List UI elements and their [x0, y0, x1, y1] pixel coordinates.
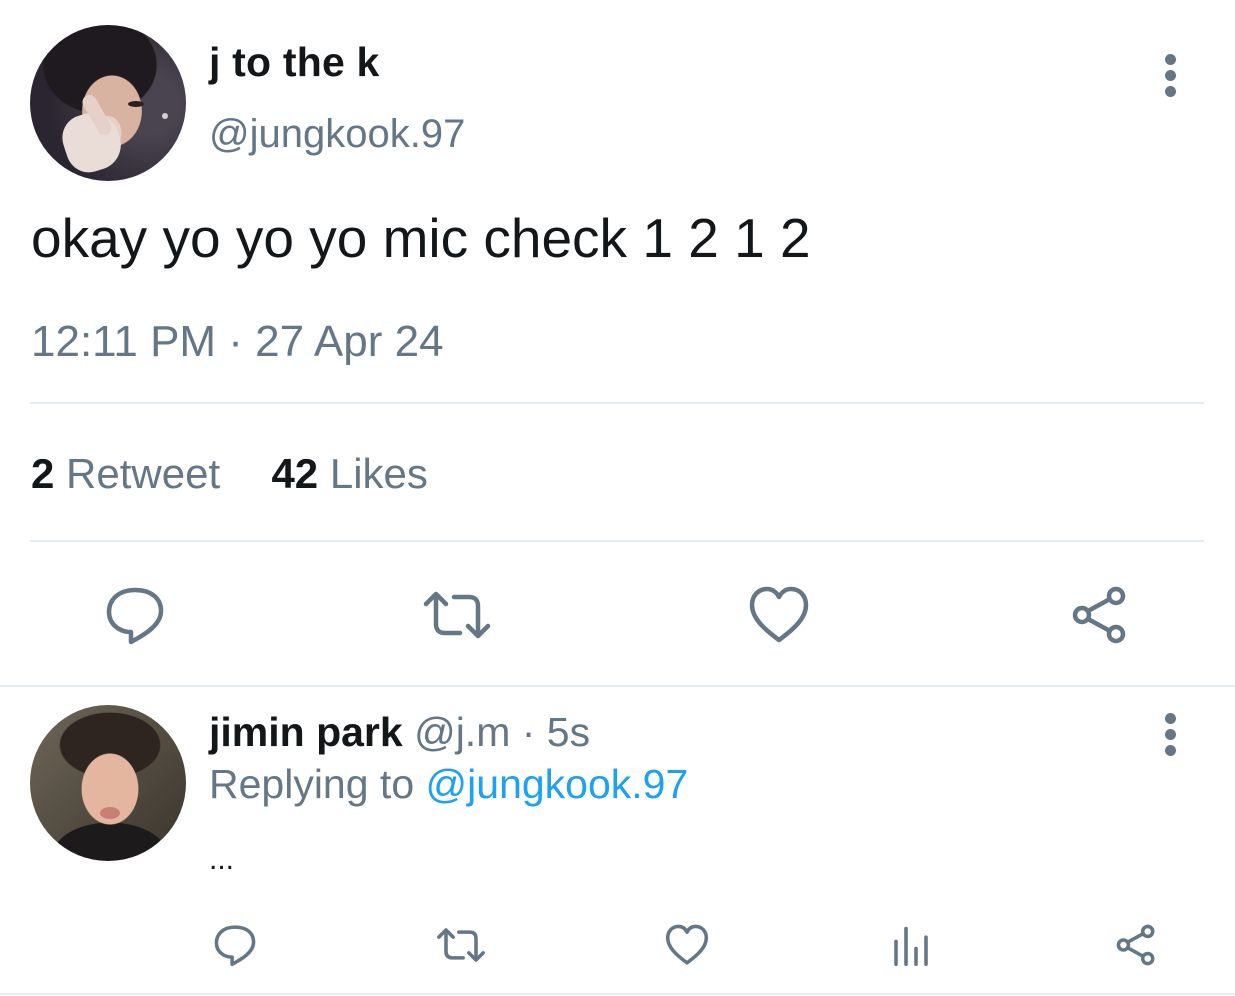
display-name[interactable]: j to the k	[209, 38, 380, 86]
tweet-stats: 2 Retweet 42 Likes	[31, 450, 428, 498]
heart-icon[interactable]	[744, 580, 814, 650]
like-label: Likes	[329, 450, 428, 497]
avatar[interactable]	[30, 25, 186, 181]
analytics-icon[interactable]	[886, 920, 936, 970]
divider	[0, 685, 1235, 687]
like-count-link[interactable]: 42 Likes	[271, 450, 427, 497]
reply-text: ...	[209, 843, 235, 876]
retweet-count: 2	[31, 450, 55, 497]
share-icon[interactable]	[1066, 580, 1136, 650]
tweet-timestamp[interactable]: 12:11 PM · 27 Apr 24	[31, 316, 444, 368]
user-handle[interactable]: @jungkook.97	[209, 110, 465, 158]
replying-prefix: Replying to	[209, 761, 415, 807]
more-options-icon[interactable]	[1165, 54, 1177, 98]
reply-icon[interactable]	[100, 580, 170, 650]
more-options-icon[interactable]	[1165, 713, 1177, 757]
divider	[0, 993, 1235, 995]
avatar-mouth	[100, 807, 120, 819]
like-count: 42	[271, 450, 319, 497]
reply-header: jimin park @j.m · 5s	[209, 708, 590, 756]
retweet-icon[interactable]	[436, 920, 486, 970]
share-icon[interactable]	[1112, 920, 1162, 970]
reply-display-name[interactable]: jimin park	[209, 709, 403, 755]
heart-icon[interactable]	[662, 920, 712, 970]
retweet-label: Retweet	[66, 450, 221, 497]
avatar-earring	[162, 113, 168, 119]
replying-handle-link[interactable]: @jungkook.97	[426, 761, 689, 807]
divider	[30, 402, 1204, 404]
avatar-eye	[128, 101, 144, 107]
reply-meta: @j.m · 5s	[414, 709, 591, 755]
retweet-icon[interactable]	[422, 580, 492, 650]
divider	[30, 540, 1204, 542]
reply-icon[interactable]	[210, 920, 260, 970]
replying-to: Replying to @jungkook.97	[209, 760, 688, 808]
reply-avatar[interactable]	[30, 705, 186, 861]
tweet-text: okay yo yo yo mic check 1 2 1 2	[31, 207, 811, 269]
retweet-count-link[interactable]: 2 Retweet	[31, 450, 232, 497]
